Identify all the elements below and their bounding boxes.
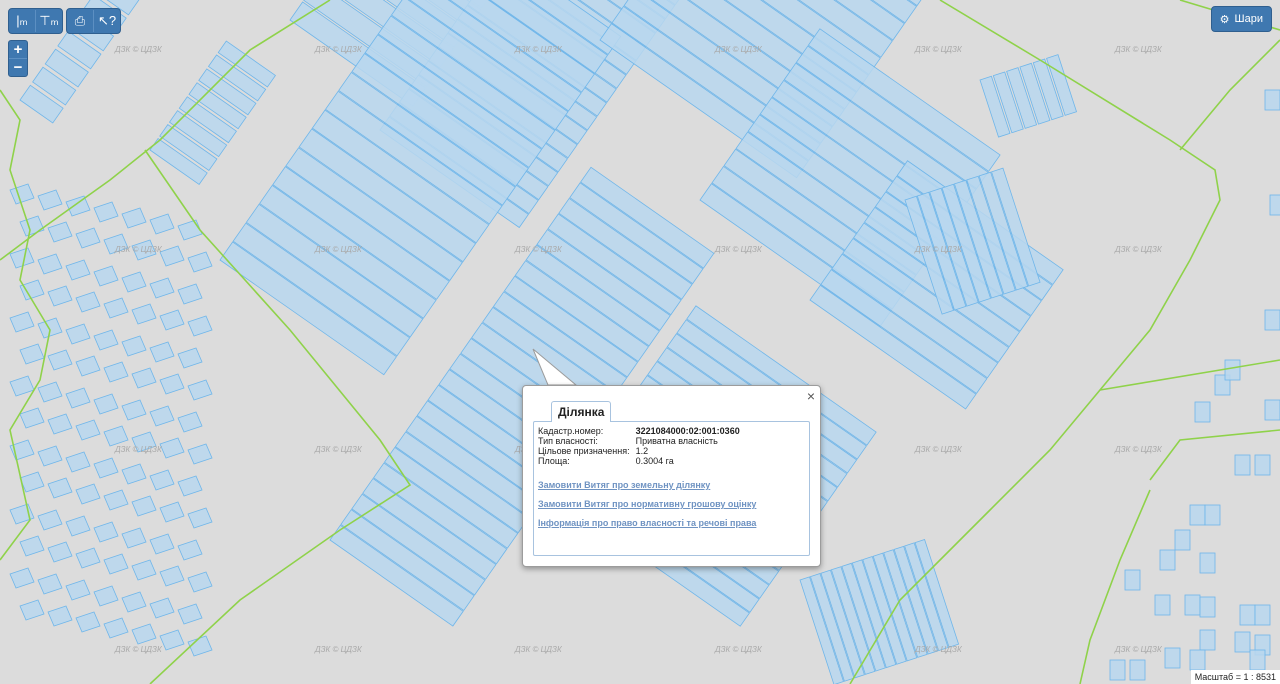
building-parcel[interactable] [1154,594,1171,616]
map-watermark: ДЗК © ЦДЗК [314,245,363,254]
building-parcel[interactable] [1224,359,1241,381]
building-parcel[interactable] [1189,504,1206,526]
map-watermark: ДЗК © ЦДЗК [114,645,163,654]
building-parcel[interactable] [1254,604,1271,626]
parcel-attributes: Кадастр.номер: 3221084000:02:001:0360 Тип… [538,426,746,466]
map-watermark: ДЗК © ЦДЗК [314,445,363,454]
parcel-details-panel: Кадастр.номер: 3221084000:02:001:0360 Тип… [533,421,810,556]
building-parcel[interactable] [1194,401,1211,423]
map-watermark: ДЗК © ЦДЗК [714,245,763,254]
table-row: Кадастр.номер: 3221084000:02:001:0360 [538,426,746,436]
building-parcel[interactable] [1124,569,1141,591]
field-label: Кадастр.номер: [538,426,604,436]
close-icon[interactable]: × [807,388,815,404]
map-watermark: ДЗК © ЦДЗК [914,445,963,454]
measure-area-icon[interactable]: ⊤ₘ [35,10,62,32]
map-watermark: ДЗК © ЦДЗК [914,245,963,254]
building-parcel[interactable] [1249,649,1266,671]
order-parcel-extract-link[interactable]: Замовити Витяг про земельну ділянку [538,480,809,490]
purpose-value: 1.2 [635,446,649,456]
map-watermark: ДЗК © ЦДЗК [1114,45,1163,54]
measure-length-icon[interactable]: |ₘ [9,10,35,32]
table-row: Тип власності: Приватна власність [538,436,746,446]
map-watermark: ДЗК © ЦДЗК [114,45,163,54]
map-watermark: ДЗК © ЦДЗК [114,445,163,454]
map-watermark: ДЗК © ЦДЗК [514,645,563,654]
building-parcel[interactable] [1264,399,1280,421]
cadastral-number-value: 3221084000:02:001:0360 [635,426,740,436]
table-row: Площа: 0.3004 га [538,456,746,466]
building-parcel[interactable] [1254,454,1271,476]
map-watermark: ДЗК © ЦДЗК [914,645,963,654]
zoom-out-button[interactable]: − [9,58,27,76]
building-parcel[interactable] [1264,89,1280,111]
map-watermark: ДЗК © ЦДЗК [914,45,963,54]
zoom-in-button[interactable]: + [9,41,27,58]
building-parcel[interactable] [1264,309,1280,331]
order-valuation-extract-link[interactable]: Замовити Витяг про нормативну грошову оц… [538,499,809,509]
cadastral-map[interactable]: ДЗК © ЦДЗК ДЗК © ЦДЗК ДЗК © ЦДЗК ДЗК © ЦДЗК… [0,0,1280,684]
building-parcel[interactable] [1234,454,1251,476]
map-watermark: ДЗК © ЦДЗК [114,245,163,254]
map-watermark: ДЗК © ЦДЗК [714,45,763,54]
layers-label: Шари [1234,13,1263,25]
building-parcel[interactable] [1269,194,1280,216]
building-parcel[interactable] [1199,629,1216,651]
map-watermark: ДЗК © ЦДЗК [514,245,563,254]
field-label: Тип власності: [538,436,598,446]
building-parcel[interactable] [1239,604,1256,626]
building-parcel[interactable] [1159,549,1176,571]
map-watermark: ДЗК © ЦДЗК [1114,245,1163,254]
building-parcel[interactable] [1164,647,1181,669]
layers-button[interactable]: ⚙ Шари [1210,6,1272,32]
identify-icon[interactable]: ↖? [93,10,120,32]
building-parcel[interactable] [1234,631,1251,653]
popup-pointer [532,348,578,386]
building-parcel[interactable] [1189,649,1206,671]
building-parcel[interactable] [1204,504,1221,526]
building-parcel[interactable] [1184,594,1201,616]
measure-toolbar: |ₘ ⊤ₘ [8,8,63,34]
gear-icon: ⚙ [1219,13,1230,26]
field-label: Площа: [538,456,570,466]
zoom-control: + − [8,40,28,77]
ownership-info-link[interactable]: Інформація про право власності та речові… [538,518,809,528]
scale-indicator: Масштаб = 1 : 8531 [1190,670,1280,684]
area-value: 0.3004 га [635,456,674,466]
table-row: Цільове призначення: 1.2 [538,446,746,456]
field-label: Цільове призначення: [538,446,630,456]
building-parcel[interactable] [1109,659,1126,681]
map-watermark: ДЗК © ЦДЗК [714,645,763,654]
print-icon[interactable]: ⎙ [67,10,93,32]
map-watermark: ДЗК © ЦДЗК [514,45,563,54]
map-watermark: ДЗК © ЦДЗК [1114,645,1163,654]
ownership-type-value: Приватна власність [635,436,718,446]
building-parcel[interactable] [1199,552,1216,574]
tab-parcel[interactable]: Ділянка [551,401,612,422]
tools-toolbar: ⎙ ↖? [66,8,121,34]
map-watermark: ДЗК © ЦДЗК [314,645,363,654]
building-parcel[interactable] [1199,596,1216,618]
map-watermark: ДЗК © ЦДЗК [314,45,363,54]
parcel-info-popup: × Ділянка Кадастр.номер: 3221084000:02:00… [522,385,821,567]
building-parcel[interactable] [1174,529,1191,551]
map-watermark: ДЗК © ЦДЗК [1114,445,1163,454]
building-parcel[interactable] [1129,659,1146,681]
